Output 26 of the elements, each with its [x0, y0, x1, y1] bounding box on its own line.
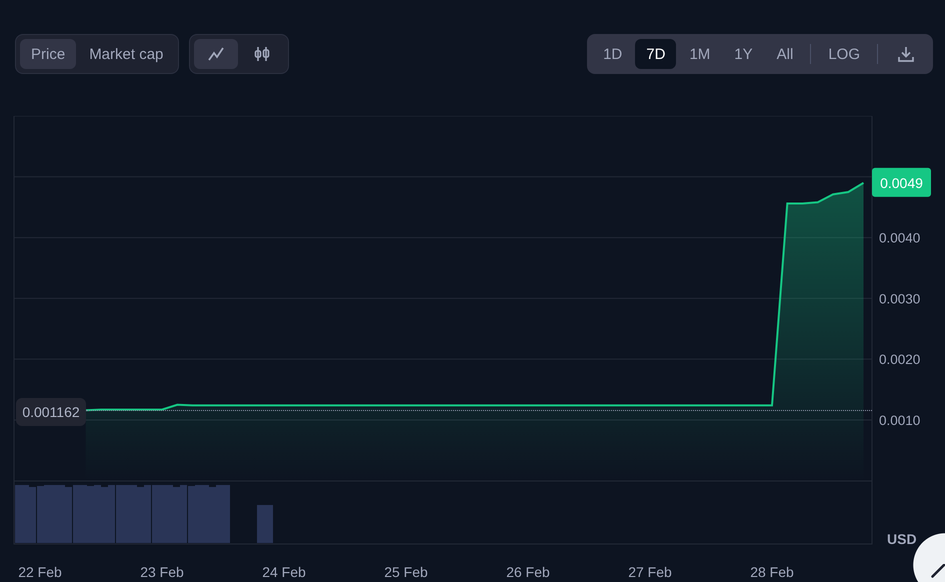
log-scale-button[interactable]: LOG [817, 39, 871, 69]
x-axis-label: 23 Feb [140, 564, 184, 580]
x-axis-label: 24 Feb [262, 564, 306, 580]
x-axis-label: 27 Feb [628, 564, 672, 580]
chart-mode-tab[interactable]: Market cap [78, 39, 174, 69]
chart-mode-tab[interactable]: Price [20, 39, 76, 69]
start-price-label: 0.001162 [16, 398, 86, 426]
time-range-tab[interactable]: 1Y [723, 39, 764, 69]
line-chart-button[interactable] [194, 39, 238, 69]
candlestick-icon [253, 46, 272, 62]
y-axis-label: 0.0040 [879, 230, 920, 246]
time-range-tab[interactable]: 1D [592, 39, 634, 69]
y-axis-label: 0.0020 [879, 352, 920, 368]
current-price-label: 0.0049 [872, 168, 931, 197]
x-axis-label: 22 Feb [18, 564, 62, 580]
x-axis-label: 26 Feb [506, 564, 550, 580]
y-axis-label: 0.0030 [879, 291, 920, 306]
x-axis-label: 28 Feb [750, 564, 794, 580]
time-range-tab[interactable]: 7D [635, 39, 676, 69]
x-axis-label: 25 Feb [384, 564, 428, 580]
currency-label: USD [887, 531, 917, 547]
time-range-tab[interactable]: All [766, 39, 804, 69]
time-range-tab[interactable]: 1M [678, 39, 722, 69]
download-icon [897, 45, 915, 63]
y-axis-label: 0.0010 [879, 412, 920, 428]
line-chart-icon [208, 47, 224, 61]
